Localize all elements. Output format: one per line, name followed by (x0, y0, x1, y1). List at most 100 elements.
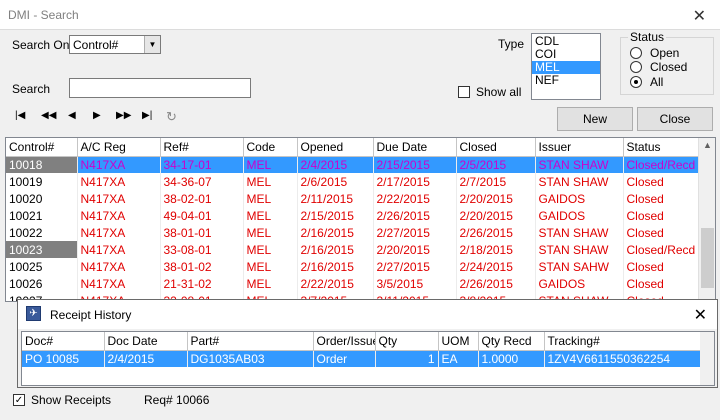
table-cell: STAN SHAW (535, 156, 624, 173)
scroll-thumb[interactable] (701, 228, 714, 288)
app-icon: ✈ (26, 306, 41, 321)
table-cell: 2/22/2015 (373, 190, 457, 207)
status-radio-all[interactable]: All (630, 75, 663, 89)
results-grid[interactable]: Control# A/C Reg Ref# Code Opened Due Date Clo… (5, 137, 716, 302)
table-cell: 10026 (6, 275, 78, 292)
table-cell: STAN SHAW (535, 241, 624, 258)
column-header[interactable]: A/C Reg (77, 138, 161, 157)
show-receipts-label: Show Receipts (31, 393, 112, 407)
column-header[interactable]: Code (243, 138, 298, 157)
title-bar: DMI - Search ✕ (0, 0, 720, 30)
table-cell: STAN SAHW (535, 258, 624, 275)
column-header[interactable]: Closed (456, 138, 536, 157)
search-on-select[interactable]: Control# ▼ (69, 35, 161, 54)
table-cell: 10021 (6, 207, 78, 224)
next-icon[interactable]: ▶ (93, 110, 101, 121)
column-header[interactable]: Due Date (373, 138, 457, 157)
table-cell: 10019 (6, 173, 78, 190)
table-cell: 10023 (6, 241, 78, 258)
status-legend: Status (628, 30, 667, 44)
table-cell: MEL (243, 275, 298, 292)
chevron-down-icon[interactable]: ▼ (144, 36, 160, 53)
status-group: Status Open Closed All (620, 30, 714, 95)
last-icon[interactable]: ▶| (142, 110, 152, 121)
radio-label: Open (650, 46, 680, 60)
table-row[interactable]: 10026 N417XA 21-31-02 MEL 2/22/2015 3/5/2015 2… (6, 275, 700, 292)
table-cell: 2/26/2015 (373, 207, 457, 224)
table-cell: 2/22/2015 (297, 275, 374, 292)
table-cell: 38-01-01 (160, 224, 244, 241)
table-row[interactable]: 10019 N417XA 34-36-07 MEL 2/6/2015 2/17/2015 2… (6, 173, 700, 190)
table-cell: Closed (623, 173, 700, 190)
receipt-column-header[interactable]: Qty Recd (478, 332, 545, 351)
receipt-row[interactable]: PO 10085 2/4/2015 DG1035AB03 Order 1 EA 1.0000… (22, 350, 701, 367)
scroll-up-icon[interactable]: ▲ (703, 140, 712, 150)
receipt-column-header[interactable]: Qty (375, 332, 439, 351)
table-cell: 2/16/2015 (297, 224, 374, 241)
next-page-icon[interactable]: ▶▶ (116, 110, 131, 121)
table-cell: STAN SHAW (535, 224, 624, 241)
show-receipts-box[interactable]: ✓ (13, 394, 25, 406)
close-icon[interactable]: ✕ (694, 305, 707, 325)
show-all-box[interactable] (458, 86, 470, 98)
show-receipts-checkbox[interactable]: ✓ Show Receipts (13, 393, 111, 407)
first-icon[interactable]: |◀ (15, 110, 25, 121)
table-cell: 2/20/2015 (373, 241, 457, 258)
column-header[interactable]: Control# (6, 138, 78, 157)
table-cell: 21-31-02 (160, 275, 244, 292)
receipt-column-header[interactable]: Doc Date (104, 332, 188, 351)
table-cell: 49-04-01 (160, 207, 244, 224)
table-cell: 2/20/2015 (456, 207, 536, 224)
column-header[interactable]: Status (623, 138, 700, 157)
table-row[interactable]: 10022 N417XA 38-01-01 MEL 2/16/2015 2/27/2015… (6, 224, 700, 241)
receipt-column-header[interactable]: Order/Issue (313, 332, 376, 351)
table-cell: STAN SHAW (535, 173, 624, 190)
table-row[interactable]: 10021 N417XA 49-04-01 MEL 2/15/2015 2/26/2015… (6, 207, 700, 224)
search-label: Search (12, 82, 51, 96)
table-cell: 2/24/2015 (456, 258, 536, 275)
receipt-column-header[interactable]: Doc# (22, 332, 105, 351)
receipt-cell: 1ZV4V6611550362254 (544, 350, 701, 367)
receipt-column-header[interactable]: UOM (438, 332, 479, 351)
table-cell: 38-02-01 (160, 190, 244, 207)
receipt-scrollbar[interactable] (700, 332, 714, 385)
receipt-grid[interactable]: Doc# Doc Date Part# Order/Issue Qty UOM Qty Re… (21, 331, 715, 386)
type-listbox[interactable]: CDL COI MEL NEF (531, 33, 601, 100)
status-radio-closed[interactable]: Closed (630, 60, 687, 74)
table-row[interactable]: 10020 N417XA 38-02-01 MEL 2/11/2015 2/22/2015… (6, 190, 700, 207)
show-all-label: Show all (476, 85, 522, 99)
search-input[interactable] (69, 78, 251, 98)
close-button[interactable]: Close (637, 107, 713, 131)
table-cell: N417XA (77, 224, 161, 241)
radio-dot[interactable] (630, 47, 642, 59)
table-row[interactable]: 10023 N417XA 33-08-01 MEL 2/16/2015 2/20/2015… (6, 241, 700, 258)
receipt-history-titlebar: ✈ Receipt History ✕ (18, 300, 717, 329)
column-header[interactable]: Opened (297, 138, 374, 157)
radio-dot[interactable] (630, 76, 642, 88)
receipt-column-header[interactable]: Part# (187, 332, 314, 351)
refresh-icon[interactable]: ↻ (166, 109, 177, 125)
table-row[interactable]: 10025 N417XA 38-01-02 MEL 2/16/2015 2/27/2015… (6, 258, 700, 275)
radio-dot[interactable] (630, 61, 642, 73)
table-cell: 34-17-01 (160, 156, 244, 173)
receipt-cell: DG1035AB03 (187, 350, 314, 367)
table-cell: 2/27/2015 (373, 258, 457, 275)
table-cell: 2/5/2015 (456, 156, 536, 173)
prev-page-icon[interactable]: ◀◀ (41, 110, 56, 121)
table-cell: GAIDOS (535, 190, 624, 207)
table-row[interactable]: 10018 N417XA 34-17-01 MEL 2/4/2015 2/15/2015 2… (6, 156, 700, 173)
table-cell: MEL (243, 224, 298, 241)
receipt-column-header[interactable]: Tracking# (544, 332, 701, 351)
status-radio-open[interactable]: Open (630, 46, 679, 60)
column-header[interactable]: Ref# (160, 138, 244, 157)
radio-label: Closed (650, 60, 688, 74)
column-header[interactable]: Issuer (535, 138, 624, 157)
grid-scrollbar[interactable]: ▲ (698, 138, 715, 301)
table-cell: 2/27/2015 (373, 224, 457, 241)
table-cell: 2/16/2015 (297, 258, 374, 275)
prev-icon[interactable]: ◀ (68, 110, 76, 121)
type-option[interactable]: NEF (532, 74, 600, 87)
window-close-icon[interactable]: ✕ (693, 6, 706, 26)
new-button[interactable]: New (557, 107, 633, 131)
show-all-checkbox[interactable]: Show all (458, 85, 521, 99)
